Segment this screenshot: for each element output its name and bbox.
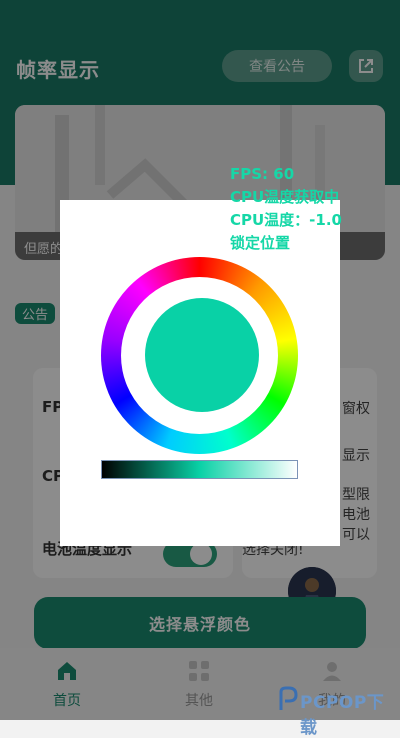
watermark-logo-icon — [279, 686, 298, 710]
selected-color-preview[interactable] — [145, 298, 259, 412]
fps-readout: FPS: 60 — [230, 165, 295, 183]
watermark-text: PCPOP下载 — [300, 693, 385, 738]
cpu-status-readout: CPU温度获取中 — [230, 188, 340, 206]
lock-position-label[interactable]: 锁定位置 — [230, 233, 290, 253]
brightness-bar[interactable] — [101, 460, 298, 479]
cpu-temp-readout: CPU温度：-1.0 — [230, 211, 342, 229]
